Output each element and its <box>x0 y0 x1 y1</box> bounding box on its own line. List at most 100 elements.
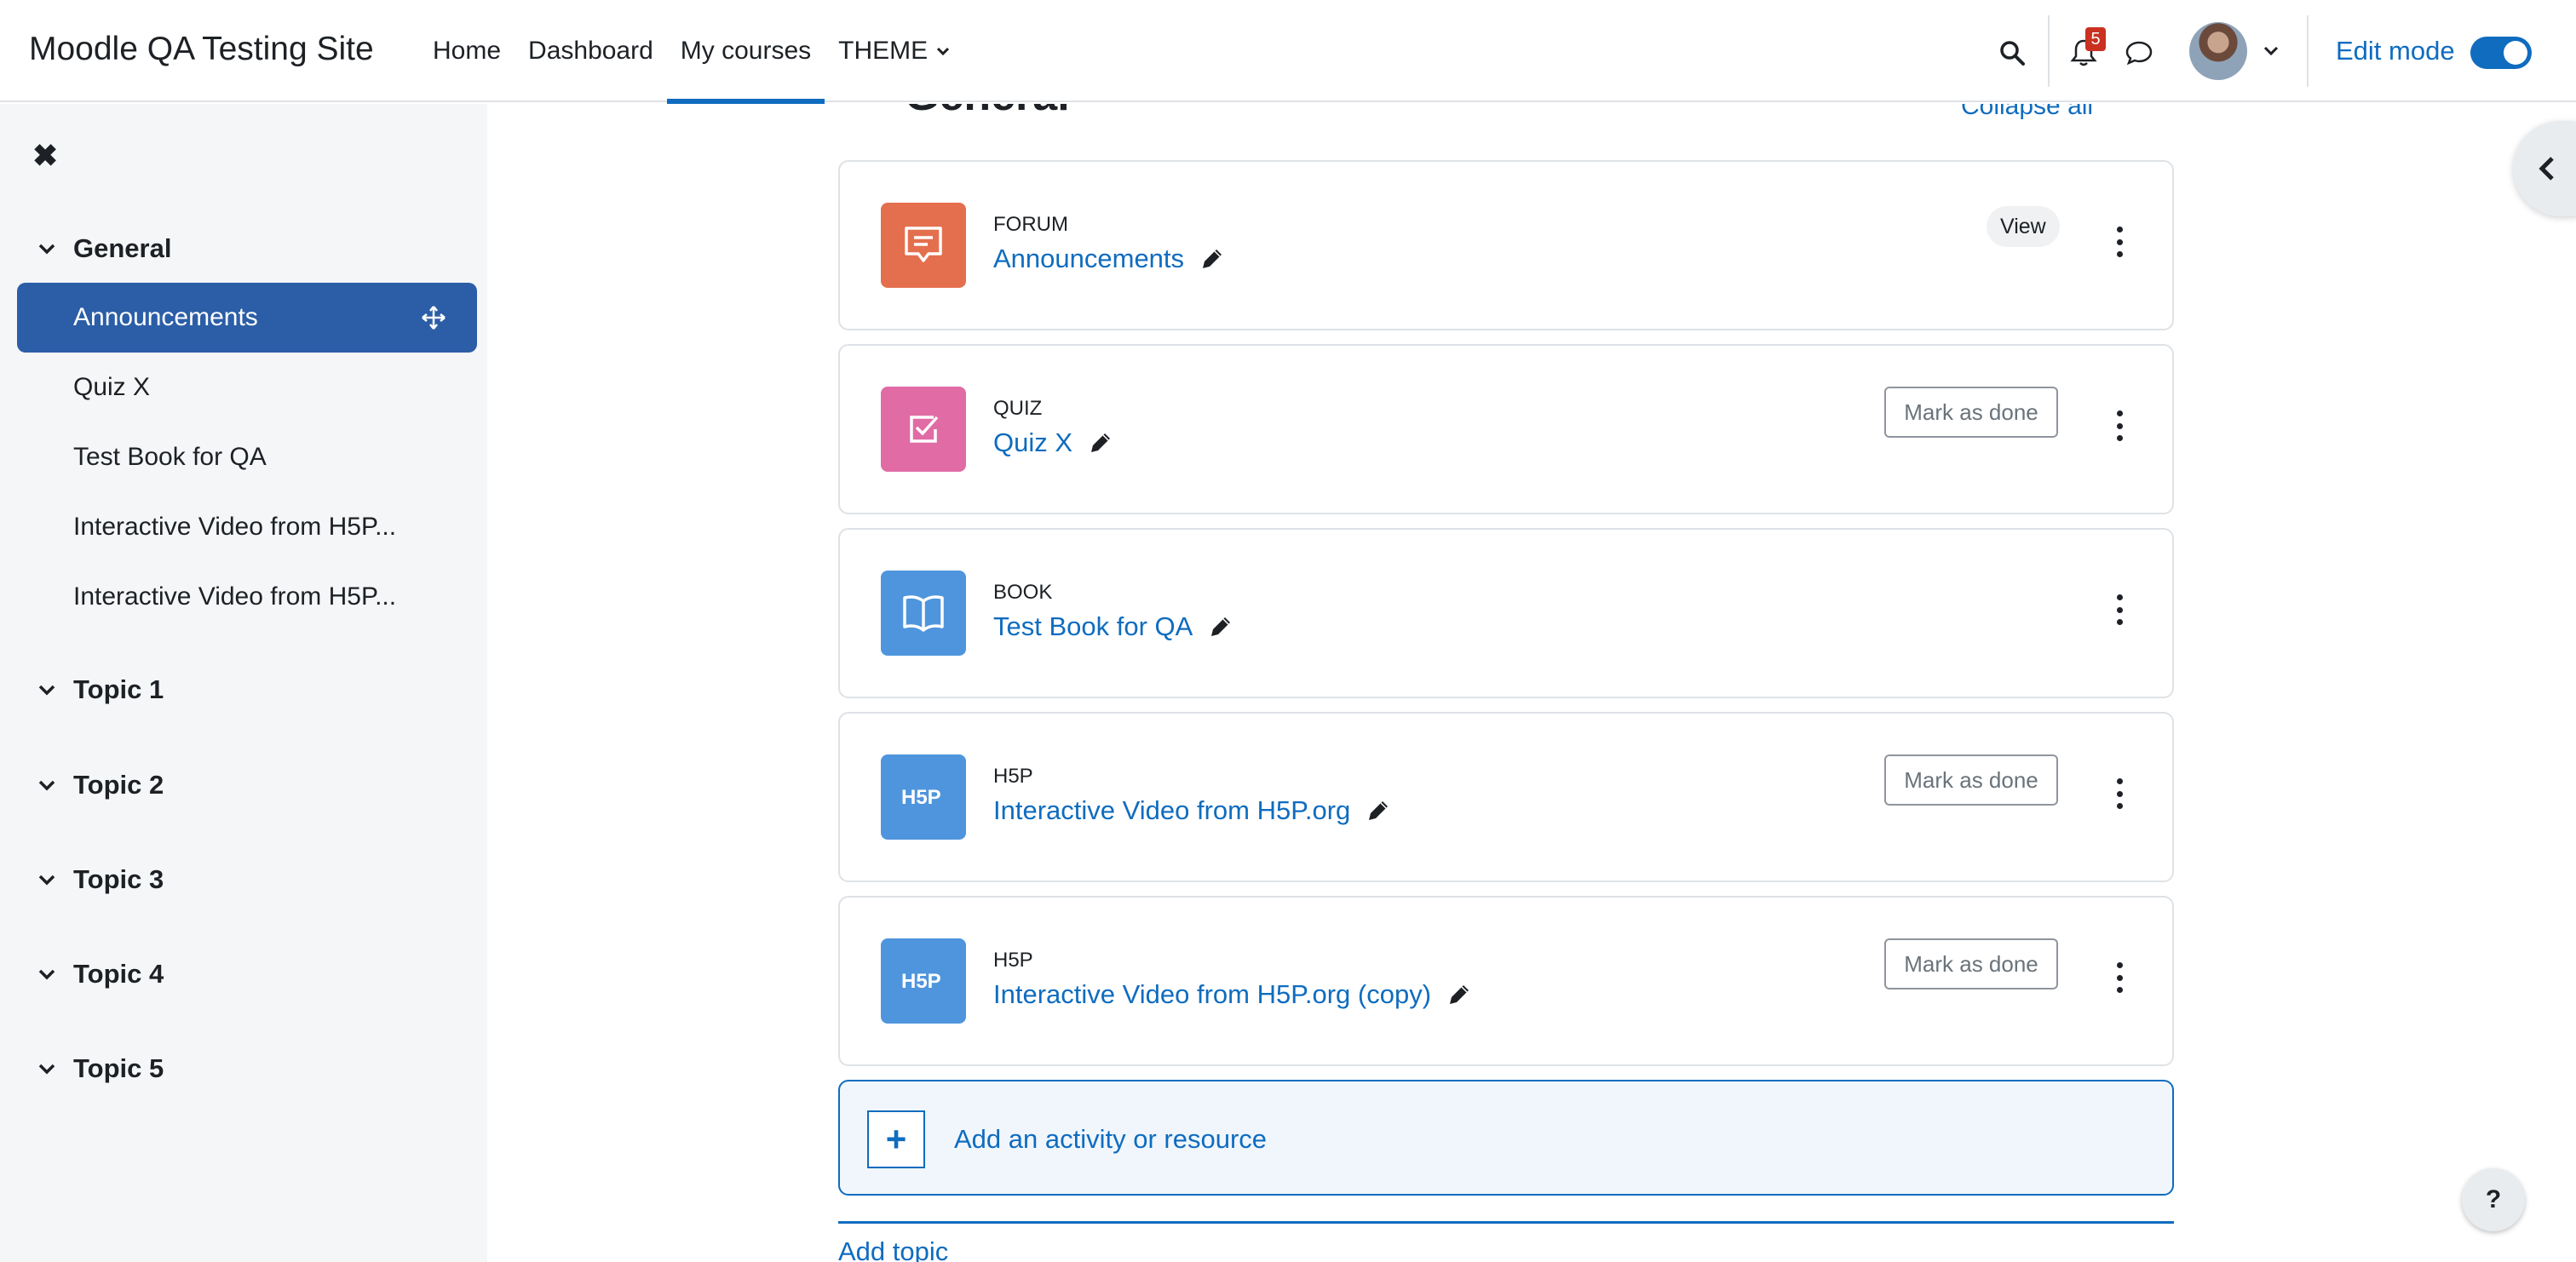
view-button[interactable]: View <box>1987 206 2060 247</box>
course-index-item-label: Test Book for QA <box>73 443 267 471</box>
section-title: Topic 1 <box>73 674 164 704</box>
notification-count-badge: 5 <box>2085 27 2106 51</box>
edit-pencil-icon[interactable] <box>1366 798 1391 823</box>
more-actions-icon[interactable] <box>2109 221 2130 262</box>
course-content: General Collapse all FORUM Announcements… <box>487 104 2576 1262</box>
activity-card-h5p: H5P H5P Interactive Video from H5P.org M… <box>838 712 2174 882</box>
edit-mode-toggle[interactable] <box>2470 37 2532 69</box>
add-activity-button[interactable]: + Add an activity or resource <box>838 1080 2174 1196</box>
nav-my-courses-label: My courses <box>680 37 812 65</box>
book-icon <box>881 571 966 656</box>
edit-pencil-icon[interactable] <box>1088 430 1113 456</box>
chevron-down-icon <box>38 875 55 886</box>
activity-name: Announcements <box>993 244 1185 273</box>
course-index-item-label: Interactive Video from H5P... <box>73 582 397 611</box>
nav-dashboard[interactable]: Dashboard <box>515 0 667 102</box>
section-heading: General <box>905 104 1070 121</box>
course-index-section-topic-4[interactable]: Topic 4 <box>34 959 164 990</box>
chevron-down-icon <box>38 969 55 980</box>
nav-home[interactable]: Home <box>419 0 515 102</box>
add-topic-link[interactable]: Add topic <box>838 1236 948 1262</box>
section-title: General <box>73 233 172 263</box>
nav-theme-label: THEME <box>838 37 929 65</box>
activity-link[interactable]: Interactive Video from H5P.org (copy) <box>993 979 1472 1010</box>
nav-my-courses[interactable]: My courses <box>666 0 825 104</box>
course-index-section-topic-2[interactable]: Topic 2 <box>34 770 164 800</box>
chevron-down-icon <box>38 780 55 791</box>
course-index-item-announcements[interactable]: Announcements <box>17 283 477 353</box>
more-actions-icon[interactable] <box>2109 589 2130 630</box>
activity-type-label: H5P <box>993 765 1033 788</box>
search-icon[interactable] <box>1995 36 2029 70</box>
close-drawer-icon[interactable]: ✖ <box>32 138 58 174</box>
edit-pencil-icon[interactable] <box>1446 982 1472 1007</box>
chevron-down-icon <box>937 47 950 56</box>
activity-card-h5p-copy: H5P H5P Interactive Video from H5P.org (… <box>838 896 2174 1066</box>
section-title: Topic 5 <box>73 1053 164 1083</box>
course-index-item-interactive-video-copy[interactable]: Interactive Video from H5P... <box>17 562 477 632</box>
chevron-down-icon <box>38 685 55 696</box>
course-index-item-label: Interactive Video from H5P... <box>73 513 397 541</box>
mark-as-done-button[interactable]: Mark as done <box>1884 754 2058 806</box>
activity-card-forum: FORUM Announcements View <box>838 160 2174 330</box>
svg-text:H5P: H5P <box>901 970 941 993</box>
user-menu-chevron-icon[interactable] <box>2261 41 2281 61</box>
move-icon[interactable] <box>421 305 446 330</box>
course-index-section-general[interactable]: General <box>34 233 171 264</box>
activity-type-label: H5P <box>993 949 1033 972</box>
mark-as-done-button[interactable]: Mark as done <box>1884 938 2058 990</box>
activity-card-quiz: QUIZ Quiz X Mark as done <box>838 344 2174 514</box>
activity-link[interactable]: Test Book for QA <box>993 611 1233 642</box>
course-index-item-interactive-video[interactable]: Interactive Video from H5P... <box>17 492 477 562</box>
activity-card-book: BOOK Test Book for QA <box>838 528 2174 698</box>
top-navbar: Moodle QA Testing Site Home Dashboard My… <box>0 0 2576 104</box>
chevron-left-icon <box>2539 157 2554 181</box>
nav-theme-dropdown[interactable]: THEME <box>825 0 963 102</box>
activity-type-label: QUIZ <box>993 397 1043 420</box>
activity-link[interactable]: Quiz X <box>993 427 1113 458</box>
nav-dashboard-label: Dashboard <box>528 37 653 65</box>
course-index-item-test-book[interactable]: Test Book for QA <box>17 422 477 492</box>
course-index-item-label: Quiz X <box>73 373 151 401</box>
activity-type-label: FORUM <box>993 213 1068 236</box>
message-icon[interactable] <box>2123 37 2155 68</box>
course-index-section-topic-3[interactable]: Topic 3 <box>34 864 164 895</box>
h5p-icon: H5P <box>881 938 966 1024</box>
help-button[interactable]: ? <box>2462 1168 2525 1231</box>
collapse-all-link[interactable]: Collapse all <box>1961 104 2093 121</box>
course-index-section-topic-1[interactable]: Topic 1 <box>34 674 164 705</box>
add-activity-label: Add an activity or resource <box>954 1124 1268 1154</box>
svg-text:H5P: H5P <box>901 786 941 809</box>
course-index-item-label: Announcements <box>73 303 258 331</box>
course-index-section-topic-5[interactable]: Topic 5 <box>34 1053 164 1084</box>
section-title: Topic 2 <box>73 770 164 800</box>
mark-as-done-button[interactable]: Mark as done <box>1884 387 2058 438</box>
activity-name: Quiz X <box>993 427 1073 457</box>
activity-name: Interactive Video from H5P.org <box>993 795 1351 825</box>
section-title: Topic 3 <box>73 864 164 894</box>
nav-home-label: Home <box>433 37 502 65</box>
more-actions-icon[interactable] <box>2109 957 2130 998</box>
chevron-down-icon <box>38 1064 55 1075</box>
nav-divider <box>2048 15 2050 87</box>
course-index-item-quiz-x[interactable]: Quiz X <box>17 353 477 422</box>
add-topic-divider <box>838 1221 2174 1224</box>
user-avatar[interactable] <box>2189 22 2247 80</box>
activity-link[interactable]: Announcements <box>993 244 1225 274</box>
activity-link[interactable]: Interactive Video from H5P.org <box>993 795 1391 826</box>
site-name[interactable]: Moodle QA Testing Site <box>29 31 374 68</box>
nav-divider-2 <box>2307 15 2309 87</box>
quiz-icon <box>881 387 966 472</box>
forum-icon <box>881 203 966 288</box>
edit-pencil-icon[interactable] <box>1208 614 1233 640</box>
h5p-icon: H5P <box>881 754 966 840</box>
edit-pencil-icon[interactable] <box>1199 246 1225 272</box>
more-actions-icon[interactable] <box>2109 773 2130 814</box>
more-actions-icon[interactable] <box>2109 405 2130 446</box>
activity-name: Interactive Video from H5P.org (copy) <box>993 979 1432 1009</box>
activity-name: Test Book for QA <box>993 611 1193 641</box>
edit-mode-label: Edit mode <box>2336 36 2455 66</box>
activity-type-label: BOOK <box>993 581 1053 604</box>
primary-navigation: Home Dashboard My courses THEME <box>419 0 963 104</box>
section-title: Topic 4 <box>73 959 164 989</box>
